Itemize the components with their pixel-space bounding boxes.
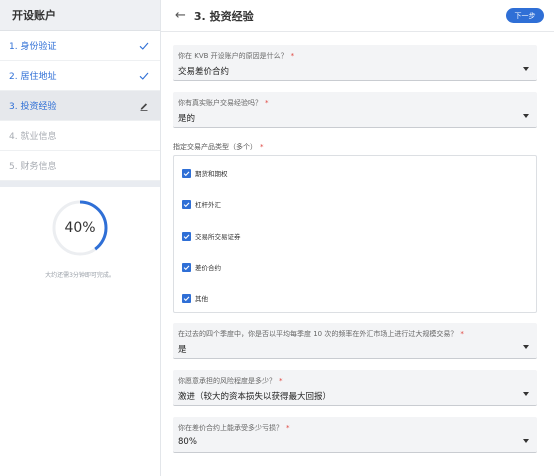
field-value: 是 bbox=[178, 345, 187, 355]
step-label: 4. 就业信息 bbox=[9, 132, 57, 142]
sidebar-step-financial[interactable]: 5. 财务信息 bbox=[0, 151, 160, 181]
sidebar-step-identity[interactable]: 1. 身份验证 bbox=[0, 31, 160, 61]
risk-tolerance-select[interactable]: 你愿意承担的风险程度是多少？ * 激进（较大的资本损失以获得最大回报） bbox=[173, 370, 537, 406]
caret-down-icon bbox=[523, 392, 529, 396]
field-question: 你在 KVB 开设账户的原因是什么？ * bbox=[178, 52, 295, 60]
cfd-loss-tolerance-select[interactable]: 你在差价合约上能承受多少亏损？ * 80% bbox=[173, 417, 537, 453]
progress-panel: 40% 大约还需3分钟即可完成。 bbox=[0, 180, 160, 300]
field-question: 你愿意承担的风险程度是多少？ * bbox=[178, 377, 283, 385]
caret-down-icon bbox=[523, 439, 529, 443]
step-label: 3. 投资经验 bbox=[9, 102, 57, 112]
progress-eta: 大约还需3分钟即可完成。 bbox=[45, 272, 115, 279]
checkbox-checked-icon bbox=[182, 199, 191, 209]
account-reason-select[interactable]: 你在 KVB 开设账户的原因是什么？ * 交易差价合约 bbox=[173, 45, 537, 81]
checkmark-icon bbox=[138, 70, 150, 82]
checkbox-checked-icon bbox=[182, 231, 191, 241]
caret-down-icon bbox=[523, 345, 529, 349]
sidebar: 开设账户 1. 身份验证 2. 居住地址 3. 投资经验 4. 就业信息 5. … bbox=[0, 0, 161, 476]
field-value: 交易差价合约 bbox=[178, 67, 230, 77]
pencil-icon bbox=[138, 100, 150, 112]
step-label: 2. 居住地址 bbox=[9, 72, 57, 82]
checkbox-checked-icon bbox=[182, 262, 191, 272]
field-question: 在过去的四个季度中，你是否以平均每季度 10 次的频率在外汇市场上进行过大规模交… bbox=[178, 330, 464, 338]
caret-down-icon bbox=[523, 114, 529, 118]
checkbox-exchange-traded-securities[interactable]: 交易所交易证券 bbox=[182, 230, 241, 242]
field-value: 是的 bbox=[178, 114, 196, 124]
next-button[interactable]: 下一步 bbox=[506, 8, 544, 23]
sidebar-header: 开设账户 bbox=[0, 0, 160, 31]
checkbox-futures-options[interactable]: 期货和期权 bbox=[182, 167, 228, 179]
sidebar-step-employment[interactable]: 4. 就业信息 bbox=[0, 121, 160, 151]
real-account-experience-select[interactable]: 你有真实账户交易经验吗？ * 是的 bbox=[173, 92, 537, 128]
sidebar-step-investment-experience[interactable]: 3. 投资经验 bbox=[0, 91, 160, 121]
checkbox-cfd[interactable]: 差价合约 bbox=[182, 261, 221, 273]
sidebar-title: 开设账户 bbox=[12, 9, 56, 22]
product-types-label: 指定交易产品类型（多个） * bbox=[173, 143, 264, 151]
field-value: 激进（较大的资本损失以获得最大回报） bbox=[178, 392, 332, 402]
progress-percent: 40% bbox=[64, 220, 96, 236]
field-value: 80% bbox=[178, 437, 197, 447]
caret-down-icon bbox=[523, 67, 529, 71]
field-question: 你在差价合约上能承受多少亏损？ * bbox=[178, 424, 290, 432]
product-types-checklist: 期货和期权 杠杆外汇 交易所交易证券 差价合约 其他 bbox=[173, 155, 537, 313]
step-label: 5. 财务信息 bbox=[9, 162, 57, 172]
checkbox-other[interactable]: 其他 bbox=[182, 292, 208, 304]
checkbox-checked-icon bbox=[182, 168, 191, 178]
checkmark-icon bbox=[138, 40, 150, 52]
back-arrow-icon[interactable]: ← bbox=[175, 9, 186, 22]
checkbox-checked-icon bbox=[182, 293, 191, 303]
main-panel: ← 3. 投资经验 下一步 你在 KVB 开设账户的原因是什么？ * 交易差价合约… bbox=[161, 0, 554, 476]
sidebar-step-address[interactable]: 2. 居住地址 bbox=[0, 61, 160, 91]
page-header: ← 3. 投资经验 下一步 bbox=[161, 0, 554, 32]
field-question: 你有真实账户交易经验吗？ * bbox=[178, 99, 269, 107]
page-title: 3. 投资经验 bbox=[193, 9, 254, 23]
forex-trading-frequency-select[interactable]: 在过去的四个季度中，你是否以平均每季度 10 次的频率在外汇市场上进行过大规模交… bbox=[173, 323, 537, 359]
app-window: 开设账户 1. 身份验证 2. 居住地址 3. 投资经验 4. 就业信息 5. … bbox=[0, 0, 554, 476]
step-label: 1. 身份验证 bbox=[9, 42, 57, 52]
checkbox-leveraged-forex[interactable]: 杠杆外汇 bbox=[182, 198, 221, 210]
